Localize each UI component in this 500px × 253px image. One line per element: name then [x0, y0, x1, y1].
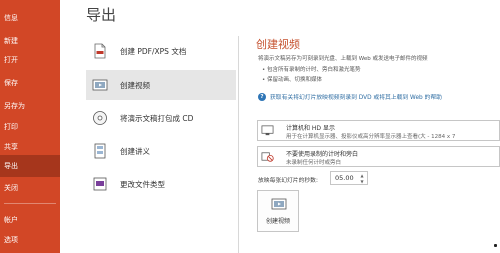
nav-item-save[interactable]: 保存: [0, 73, 60, 93]
nav-item-new[interactable]: 新建: [0, 31, 60, 51]
backstage-nav: 信息 新建 打开 保存 另存为 打印 共享 导出 关闭 帐户 选项: [0, 0, 60, 253]
file-type-icon: [93, 177, 107, 191]
seconds-value: 05.00: [335, 174, 354, 182]
detail-title: 创建视频: [256, 38, 300, 51]
bullet-text: 包含所有录制的计时、旁白和激光笔势: [267, 67, 361, 73]
panel-divider: [238, 36, 239, 253]
detail-bullet: • 保留动画、切换和媒体: [262, 77, 323, 83]
option-create-pdf[interactable]: 创建 PDF/XPS 文档: [86, 36, 236, 66]
option-create-video[interactable]: 创建视频: [86, 70, 236, 100]
nav-item-info[interactable]: 信息: [0, 8, 60, 28]
timings-title: 不要使用录制的计时和旁白: [286, 151, 359, 158]
nav-item-export[interactable]: 导出: [0, 155, 60, 177]
timings-subtitle: 未录制任何计时或旁白: [286, 160, 342, 166]
detail-description: 将演示文稿另存为可刻录到光盘、上载到 Web 或发送电子邮件的视频: [258, 56, 428, 62]
monitor-icon: [261, 125, 274, 136]
bullet-text: 保留动画、切换和媒体: [267, 77, 323, 83]
video-icon: [92, 79, 108, 91]
page-title: 导出: [86, 6, 117, 24]
nav-item-close[interactable]: 关闭: [0, 178, 60, 198]
nav-item-share[interactable]: 共享: [0, 137, 60, 157]
option-package-cd[interactable]: 将演示文稿打包成 CD: [86, 103, 236, 133]
nav-divider: [4, 203, 56, 204]
cursor-mark: [494, 244, 497, 247]
option-label: 创建视频: [120, 80, 150, 90]
quality-subtitle: 用于在计算机显示器、投影仪或高分辨率显示器上查看(大 - 1284 x 7: [286, 134, 456, 140]
timings-dropdown[interactable]: 不要使用录制的计时和旁白 未录制任何计时或旁白: [257, 146, 500, 167]
quality-dropdown[interactable]: 计算机和 HD 显示 用于在计算机显示器、投影仪或高分辨率显示器上查看(大 - …: [257, 120, 500, 141]
option-label: 创建 PDF/XPS 文档: [120, 46, 187, 56]
spin-down-icon[interactable]: ▼: [359, 179, 365, 184]
quality-title: 计算机和 HD 显示: [286, 125, 335, 132]
handout-icon: [94, 143, 106, 159]
video-icon: [271, 198, 287, 210]
seconds-spinner[interactable]: 05.00 ▲ ▼: [330, 171, 368, 185]
nav-item-save-as[interactable]: 另存为: [0, 96, 60, 116]
nav-item-print[interactable]: 打印: [0, 117, 60, 137]
option-label: 更改文件类型: [120, 179, 165, 189]
seconds-label: 放映每张幻灯片的秒数:: [258, 178, 318, 184]
help-link-text: 获取有关将幻灯片放映视频刻录到 DVD 或将其上载到 Web 的帮助: [270, 95, 442, 101]
spin-up-icon[interactable]: ▲: [359, 173, 365, 178]
option-change-file-type[interactable]: 更改文件类型: [86, 169, 236, 199]
no-timings-icon: [261, 152, 274, 162]
create-video-label: 创建视频: [265, 218, 290, 225]
nav-item-open[interactable]: 打开: [0, 50, 60, 70]
detail-bullet: • 包含所有录制的计时、旁白和激光笔势: [262, 67, 361, 73]
cd-icon: [93, 111, 107, 125]
nav-item-options[interactable]: 选项: [0, 230, 60, 250]
option-create-handouts[interactable]: 创建讲义: [86, 136, 236, 166]
create-video-button[interactable]: 创建视频: [257, 190, 299, 232]
option-label: 将演示文稿打包成 CD: [120, 113, 194, 123]
option-label: 创建讲义: [120, 146, 150, 156]
nav-item-account[interactable]: 帐户: [0, 210, 60, 230]
help-link[interactable]: ? 获取有关将幻灯片放映视频刻录到 DVD 或将其上载到 Web 的帮助: [258, 92, 442, 101]
pdf-document-icon: [94, 43, 106, 59]
help-icon: ?: [258, 92, 266, 101]
